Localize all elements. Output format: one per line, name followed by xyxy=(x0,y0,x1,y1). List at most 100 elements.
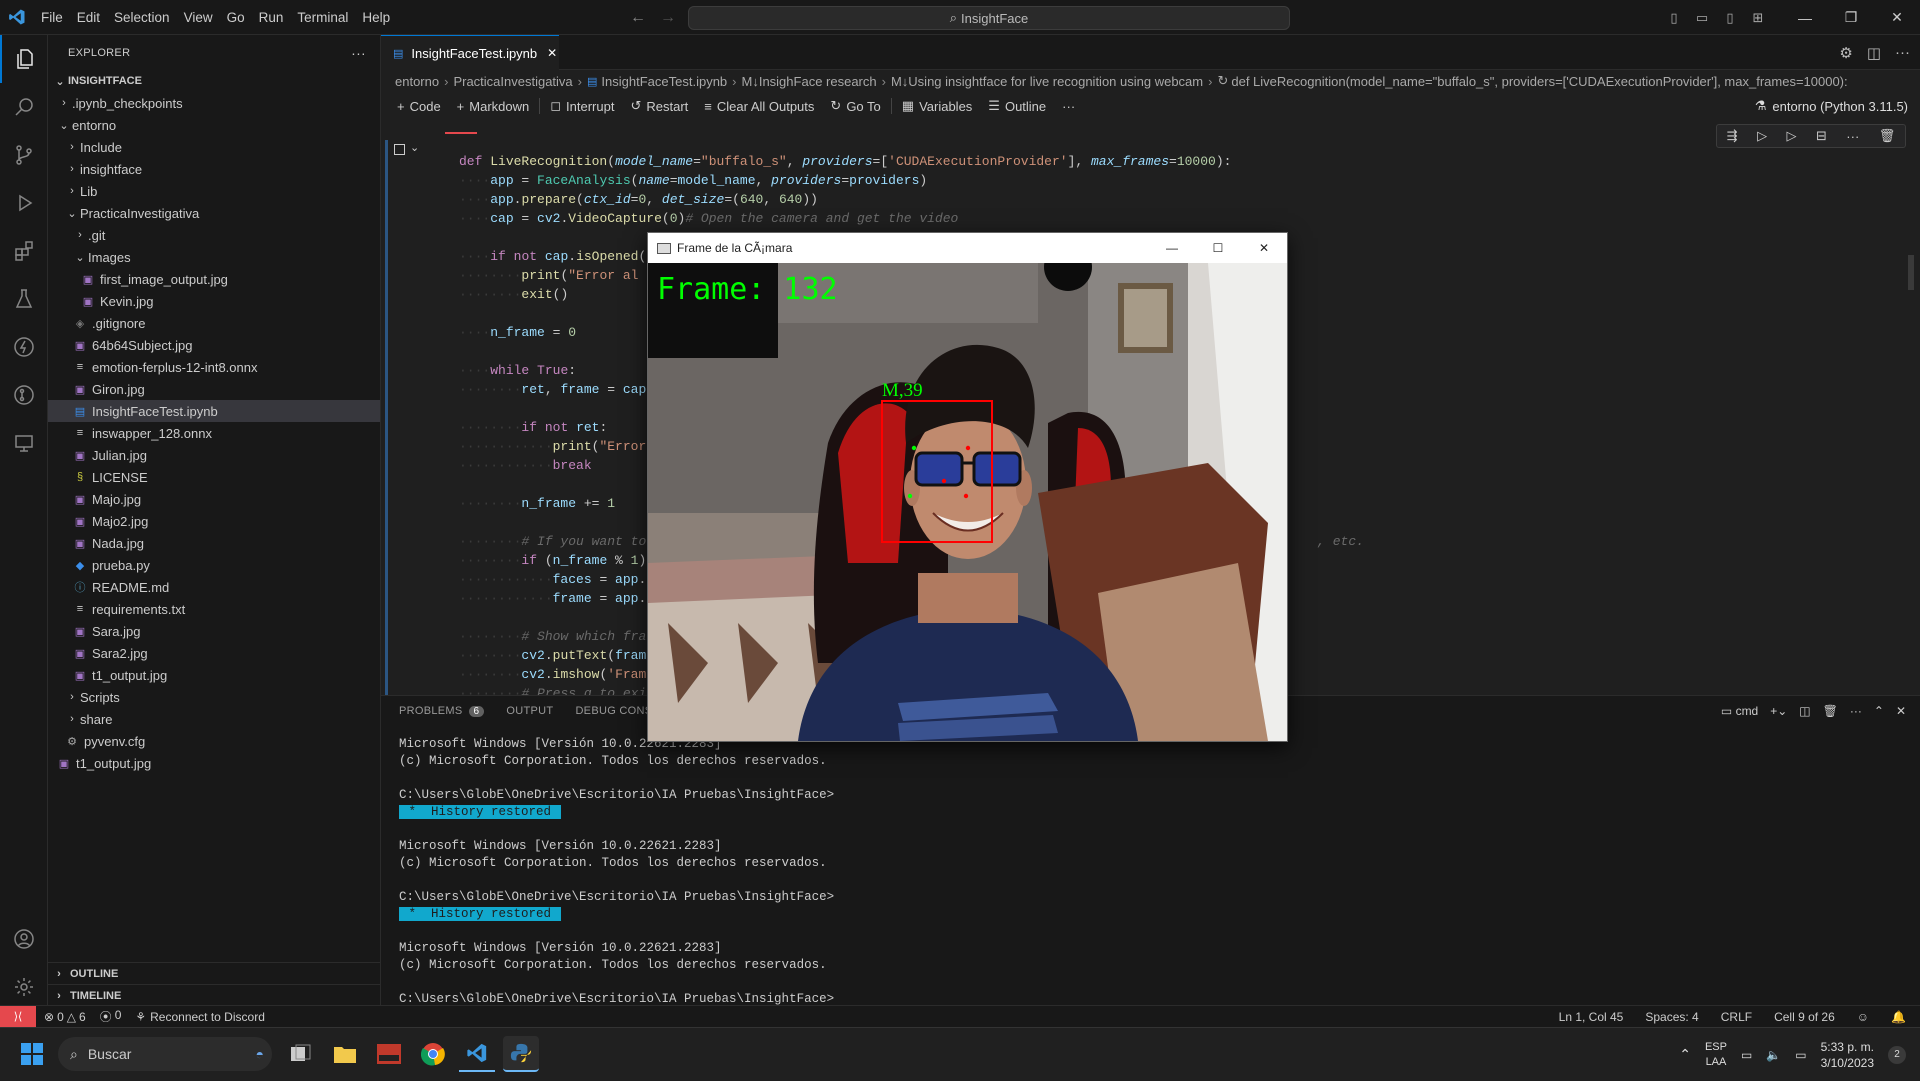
terminal-shell[interactable]: ▭ cmd xyxy=(1721,704,1758,718)
tree-file[interactable]: § LICENSE xyxy=(48,466,380,488)
tree-file[interactable]: ◈ .gitignore xyxy=(48,312,380,334)
camera-window-titlebar[interactable]: Frame de la CÃ¡mara — ☐ ✕ xyxy=(648,233,1287,263)
toggle-panel-icon[interactable]: ▭ xyxy=(1688,10,1716,26)
search-icon[interactable] xyxy=(0,83,48,131)
explorer-icon[interactable] xyxy=(0,35,48,83)
tree-file[interactable]: ⓘ README.md xyxy=(48,576,380,598)
network-icon[interactable]: ▭ xyxy=(1741,1048,1752,1062)
breadcrumb-item[interactable]: PracticaInvestigativa xyxy=(453,74,572,89)
breadcrumb-item[interactable]: InsightFaceTest.ipynb xyxy=(601,74,727,89)
maximize-icon[interactable]: ☐ xyxy=(1195,241,1241,255)
more-icon[interactable]: ··· xyxy=(1054,99,1083,114)
chrome-icon[interactable] xyxy=(415,1036,451,1072)
source-control-icon[interactable] xyxy=(0,131,48,179)
menu-edit[interactable]: Edit xyxy=(70,0,107,35)
ports-status[interactable]: ⦿ 0 xyxy=(100,1008,122,1025)
cell-position[interactable]: Cell 9 of 26 xyxy=(1774,1010,1835,1024)
interrupt-button[interactable]: ◻ Interrupt xyxy=(542,98,622,114)
add-code-button[interactable]: + Code xyxy=(389,99,449,114)
terminal-output[interactable]: Microsoft Windows [Versión 10.0.22621.22… xyxy=(399,736,834,1008)
testing-icon[interactable] xyxy=(0,275,48,323)
extensions-icon[interactable] xyxy=(0,227,48,275)
delete-cell-icon[interactable]: 🗑 xyxy=(1879,128,1896,144)
maximize-panel-icon[interactable]: ⌃ xyxy=(1874,704,1884,718)
goto-button[interactable]: ↻ Go To xyxy=(822,98,888,114)
execute-below-icon[interactable]: ▷ xyxy=(1787,128,1797,144)
tree-file[interactable]: ≡ inswapper_128.onnx xyxy=(48,422,380,444)
menu-run[interactable]: Run xyxy=(252,0,291,35)
clear-outputs-button[interactable]: ≡ Clear All Outputs xyxy=(696,99,822,114)
clock[interactable]: 5:33 p. m. 3/10/2023 xyxy=(1821,1039,1874,1071)
split-cell-icon[interactable]: ⊟ xyxy=(1816,128,1827,144)
windows-start-icon[interactable] xyxy=(14,1036,50,1072)
restore-icon[interactable]: ❐ xyxy=(1828,9,1874,26)
tree-file[interactable]: ▣ Giron.jpg xyxy=(48,378,380,400)
breadcrumb-item[interactable]: M↓InsighFace research xyxy=(742,74,877,89)
more-icon[interactable]: ··· xyxy=(1850,704,1862,718)
tree-file[interactable]: ≡ requirements.txt xyxy=(48,598,380,620)
new-terminal-icon[interactable]: +⌄ xyxy=(1770,704,1787,718)
toggle-secondary-sidebar-icon[interactable]: ▯ xyxy=(1716,10,1744,26)
tree-file[interactable]: ▤ InsightFaceTest.ipynb xyxy=(48,400,380,422)
account-icon[interactable] xyxy=(0,915,48,963)
variables-button[interactable]: ▦ Variables xyxy=(894,98,981,114)
outline-button[interactable]: ☰ Outline xyxy=(980,98,1054,114)
tree-folder[interactable]: ⌄ Images xyxy=(48,246,380,268)
tree-file[interactable]: ▣ Sara.jpg xyxy=(48,620,380,642)
gear-icon[interactable]: ⚙ xyxy=(1839,44,1852,62)
git-graph-icon[interactable] xyxy=(0,371,48,419)
editor-scrollbar[interactable] xyxy=(1908,255,1914,290)
kill-terminal-icon[interactable]: 🗑 xyxy=(1823,704,1838,718)
cursor-position[interactable]: Ln 1, Col 45 xyxy=(1559,1010,1624,1024)
volume-icon[interactable]: 🔈 xyxy=(1766,1048,1781,1062)
tree-file[interactable]: ⚙ pyvenv.cfg xyxy=(48,730,380,752)
menu-selection[interactable]: Selection xyxy=(107,0,177,35)
tree-file[interactable]: ▣ Sara2.jpg xyxy=(48,642,380,664)
run-by-line-icon[interactable]: ⇶ xyxy=(1727,128,1738,144)
forward-arrow-icon[interactable]: → xyxy=(660,9,676,27)
tree-folder[interactable]: ⌄ entorno xyxy=(48,114,380,136)
taskbar-search[interactable]: ⌕ Buscar ◓ xyxy=(58,1037,272,1071)
close-icon[interactable]: ✕ xyxy=(1874,9,1920,26)
split-editor-icon[interactable]: ◫ xyxy=(1867,44,1881,62)
tree-folder[interactable]: › insightface xyxy=(48,158,380,180)
vscode-taskbar-icon[interactable] xyxy=(459,1036,495,1072)
tree-file[interactable]: ▣ Majo2.jpg xyxy=(48,510,380,532)
tree-folder[interactable]: › Scripts xyxy=(48,686,380,708)
minimize-icon[interactable]: — xyxy=(1782,10,1828,26)
restart-button[interactable]: ↺ Restart xyxy=(622,98,696,114)
problems-status[interactable]: ⊗ 0 △ 6 xyxy=(44,1010,86,1024)
tree-folder[interactable]: › Include xyxy=(48,136,380,158)
cell-checkbox[interactable] xyxy=(394,144,405,155)
tree-file[interactable]: ≡ emotion-ferplus-12-int8.onnx xyxy=(48,356,380,378)
menu-help[interactable]: Help xyxy=(355,0,397,35)
kernel-picker[interactable]: ⚗ entorno (Python 3.11.5) xyxy=(1755,92,1908,120)
tree-folder[interactable]: › share xyxy=(48,708,380,730)
copilot-icon[interactable]: ☺ xyxy=(1857,1010,1869,1024)
tree-folder[interactable]: › Lib xyxy=(48,180,380,202)
toggle-sidebar-icon[interactable]: ▯ xyxy=(1660,10,1688,26)
tree-file[interactable]: ▣ t1_output.jpg xyxy=(48,752,380,774)
tree-file[interactable]: ▣ t1_output.jpg xyxy=(48,664,380,686)
tree-folder[interactable]: › .ipynb_checkpoints xyxy=(48,92,380,114)
tab-problems[interactable]: PROBLEMS 6 xyxy=(399,705,485,717)
lightning-icon[interactable] xyxy=(0,323,48,371)
settings-gear-icon[interactable] xyxy=(0,963,48,1011)
battery-icon[interactable]: ▭ xyxy=(1795,1048,1806,1062)
more-actions-icon[interactable]: ··· xyxy=(1895,44,1910,61)
minimize-icon[interactable]: — xyxy=(1149,241,1195,255)
language-indicator[interactable]: ESP LAA xyxy=(1705,1040,1727,1070)
task-view-icon[interactable] xyxy=(283,1036,319,1072)
remote-explorer-icon[interactable] xyxy=(0,419,48,467)
breadcrumb-item[interactable]: entorno xyxy=(395,74,439,89)
back-arrow-icon[interactable]: ← xyxy=(630,9,646,27)
add-markdown-button[interactable]: + Markdown xyxy=(449,99,538,114)
run-debug-icon[interactable] xyxy=(0,179,48,227)
close-panel-icon[interactable]: ✕ xyxy=(1896,704,1906,718)
execute-above-icon[interactable]: ▷ xyxy=(1757,128,1767,144)
breadcrumb-item[interactable]: def LiveRecognition(model_name="buffalo_… xyxy=(1231,74,1847,89)
close-icon[interactable]: ✕ xyxy=(1241,241,1287,255)
tree-folder[interactable]: ⌄ PracticaInvestigativa xyxy=(48,202,380,224)
root-folder[interactable]: ⌄ INSIGHTFACE xyxy=(48,70,380,92)
python-window-icon[interactable] xyxy=(503,1036,539,1072)
